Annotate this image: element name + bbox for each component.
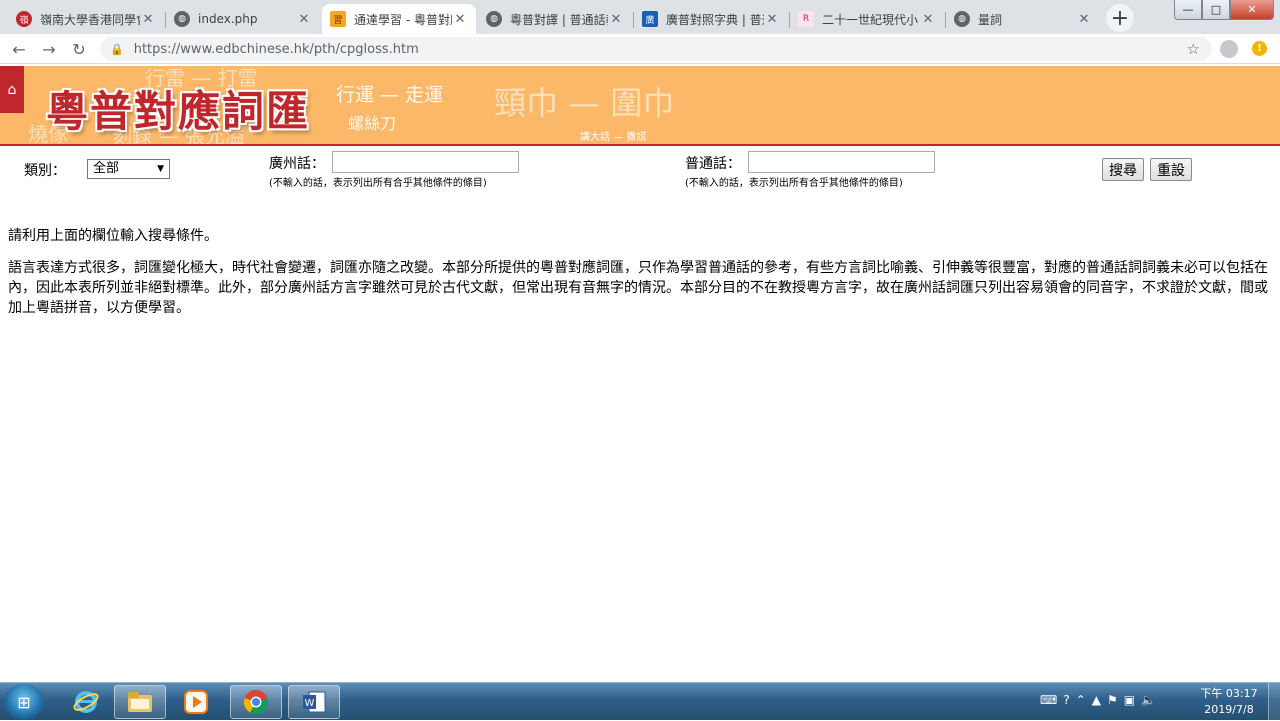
browser-tab-strip: 嶺 嶺南大學香港同學會 ✕ ◍ index.php ✕ 習 通達學習 - 粵普對… [0,0,1280,34]
lingnan-logo-icon: 嶺 [16,11,32,27]
tab-cpgloss[interactable]: 習 通達學習 - 粵普對應 ✕ [322,4,476,34]
flag-icon[interactable]: ⚑ [1107,693,1118,707]
svg-text:W: W [305,698,315,709]
globe-icon: ◍ [174,11,190,27]
profile-avatar-icon[interactable] [1220,40,1238,58]
back-arrow-icon[interactable]: ← [8,38,30,60]
lock-icon: 🔒 [110,42,124,56]
dict-logo-icon: 廣 [642,11,658,27]
file-explorer-icon[interactable] [114,685,166,719]
tab-title: 二十一世紀現代小 [822,12,919,27]
tab-title: 量詞 [978,12,1003,27]
extension-icon[interactable]: ! [1252,41,1267,56]
url-text: https://www.edbchinese.hk/pth/cpgloss.ht… [133,41,419,57]
search-form: 類別： 全部 ▼ 廣州話： (不輸入的話，表示列出所有合乎其他條件的條目) 普通… [0,150,1280,194]
keyboard-icon[interactable]: ⌨ [1040,693,1057,707]
tab-measure-words[interactable]: ◍ 量詞 ✕ [946,4,1100,34]
search-button[interactable]: 搜尋 [1102,158,1144,181]
book-logo-icon: R [798,11,814,27]
word-icon[interactable]: W [288,685,340,719]
minimize-button[interactable]: — [1174,0,1202,20]
home-icon[interactable]: ⌂ [0,66,24,113]
close-icon[interactable]: ✕ [1076,11,1092,27]
clock-time: 下午 03:17 [1200,687,1258,700]
description-paragraph: 語言表達方式很多，詞匯變化極大，時代社會變遷，詞匯亦隨之改變。本部分所提供的粵普… [8,260,1268,316]
tab-title: 通達學習 - 粵普對應 [354,12,452,27]
bookmark-star-icon[interactable]: ☆ [1187,40,1200,58]
maximize-button[interactable]: □ [1202,0,1230,20]
banner-ghost-word: 行運 — 走運 [336,84,444,106]
category-select[interactable]: 全部 ▼ [87,159,170,179]
tab-yuepu[interactable]: ◍ 粵普對譯 | 普通話教 ✕ [478,4,632,34]
globe-icon: ◍ [954,11,970,27]
reload-icon[interactable]: ↻ [68,38,90,60]
tab-title: 廣普對照字典 | 普通 [666,12,764,27]
tab-lingnan[interactable]: 嶺 嶺南大學香港同學會 ✕ [8,4,164,34]
help-icon[interactable]: ? [1063,693,1069,707]
clock-date: 2019/7/8 [1204,703,1254,716]
new-tab-button[interactable]: + [1106,4,1134,32]
cantonese-input[interactable] [332,151,519,173]
tab-dictionary[interactable]: 廣 廣普對照字典 | 普通 ✕ [634,4,788,34]
window-controls: — □ ✕ [1174,0,1274,20]
close-window-button[interactable]: ✕ [1230,0,1274,20]
reset-button[interactable]: 重設 [1150,158,1192,181]
address-bar[interactable]: 🔒 https://www.edbchinese.hk/pth/cpgloss.… [100,37,1212,61]
edb-logo-icon: 習 [330,11,346,27]
language-icon[interactable]: ⌃ [1076,693,1086,707]
close-icon[interactable]: ✕ [608,11,624,27]
cantonese-hint: (不輸入的話，表示列出所有合乎其他條件的條目) [269,178,487,189]
system-tray: ⌨ ? ⌃ ▲ ⚑ ▣ 🔈 [1040,693,1156,707]
cantonese-label: 廣州話： [269,156,325,172]
close-icon[interactable]: ✕ [452,11,468,27]
main-content: 請利用上面的欄位輸入搜尋條件。 語言表達方式很多，詞匯變化極大，時代社會變遷，詞… [8,226,1272,330]
network-icon[interactable]: ▣ [1124,693,1135,707]
dropdown-arrow-icon: ▼ [157,164,164,174]
banner-ghost-word: 頸巾 — 圍巾 [494,84,675,122]
category-value: 全部 [93,161,120,176]
page-banner: 行雷 — 打雷 燒傢 刻錄 — 張允溢 行運 — 走運 螺絲刀 頸巾 — 圍巾 … [0,66,1280,146]
globe-icon: ◍ [486,11,502,27]
banner-ghost-word: 螺絲刀 [348,114,397,133]
mandarin-label: 普通話： [685,156,741,172]
category-label: 類別： [24,163,66,179]
close-icon[interactable]: ✕ [140,11,156,27]
close-icon[interactable]: ✕ [764,11,780,27]
taskbar-clock[interactable]: 下午 03:17 2019/7/8 [1196,686,1262,718]
tab-title: 粵普對譯 | 普通話教 [510,12,608,27]
chrome-icon[interactable] [230,685,282,719]
tab-title: index.php [198,12,258,26]
show-desktop-button[interactable] [1268,683,1280,721]
mandarin-hint: (不輸入的話，表示列出所有合乎其他條件的條目) [685,178,903,189]
tab-index-php[interactable]: ◍ index.php ✕ [166,4,320,34]
show-hidden-icon[interactable]: ▲ [1092,693,1101,707]
close-icon[interactable]: ✕ [920,11,936,27]
tab-title: 嶺南大學香港同學會 [40,12,140,27]
tab-modern-chinese[interactable]: R 二十一世紀現代小 ✕ [790,4,944,34]
internet-explorer-icon[interactable] [60,685,112,719]
volume-icon[interactable]: 🔈 [1141,693,1156,707]
close-icon[interactable]: ✕ [296,11,312,27]
windows-taskbar: ⊞ W ⌨ ? ⌃ ▲ ⚑ ▣ 🔈 下午 03:17 2019/7/8 [0,682,1280,721]
start-button[interactable]: ⊞ [4,684,44,720]
search-prompt: 請利用上面的欄位輸入搜尋條件。 [8,228,218,244]
media-player-icon[interactable] [170,685,222,719]
forward-arrow-icon[interactable]: → [38,38,60,60]
page-title: 粵普對應詞匯 [46,87,311,136]
banner-ghost-word: 講大話 — 撒謊 [580,132,647,143]
mandarin-input[interactable] [748,151,935,173]
browser-toolbar: ← → ↻ 🔒 https://www.edbchinese.hk/pth/cp… [0,34,1280,64]
